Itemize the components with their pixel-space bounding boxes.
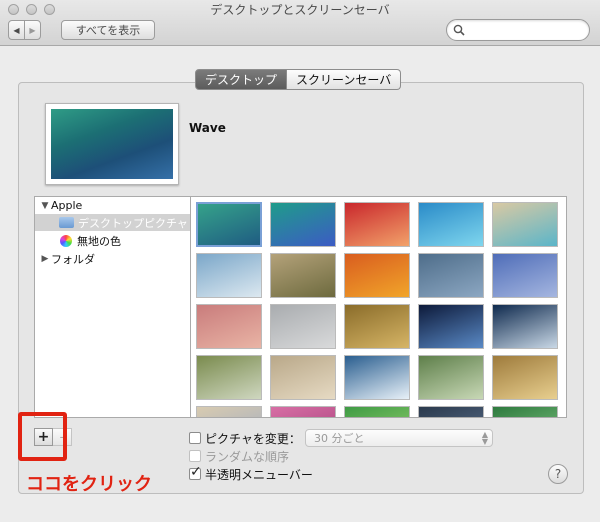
wallpaper-thumb-pink-sand[interactable] xyxy=(196,304,262,349)
wallpaper-thumb-elephant-savanna[interactable] xyxy=(196,355,262,400)
wallpaper-thumb-beach-shore[interactable] xyxy=(492,202,558,247)
wallpaper-thumb-earth-horizon[interactable] xyxy=(492,304,558,349)
wallpaper-thumb-grass-close[interactable] xyxy=(270,253,336,298)
back-button[interactable]: ◀ xyxy=(8,20,25,40)
help-button[interactable]: ? xyxy=(548,464,568,484)
wallpaper-thumb-dark-water[interactable] xyxy=(418,406,484,417)
popup-arrows-icon: ▲ ▼ xyxy=(481,430,488,446)
wallpaper-preview-image xyxy=(51,109,173,179)
forward-icon: ▶ xyxy=(29,25,36,35)
wallpaper-thumb-autumn-leaves[interactable] xyxy=(344,253,410,298)
wallpaper-thumb-blue-water[interactable] xyxy=(418,202,484,247)
search-field[interactable] xyxy=(446,19,590,41)
color-wheel-icon xyxy=(60,234,72,247)
wallpaper-thumb-dark-water-ripple[interactable] xyxy=(418,253,484,298)
wallpaper-thumb-red-canyon[interactable] xyxy=(344,202,410,247)
wallpaper-thumb-green-leaves[interactable] xyxy=(492,406,558,417)
window-title: デスクトップとスクリーンセーバ xyxy=(210,3,390,17)
wallpaper-thumb-foggy-lake[interactable] xyxy=(270,304,336,349)
interval-value: 30 分ごと xyxy=(314,432,365,445)
sidebar-item-folders[interactable]: ▶ フォルダ xyxy=(39,250,95,267)
preferences-window: デスクトップとスクリーンセーバ ◀ ▶ すべてを表示 デスクトップ スクリーンセ… xyxy=(0,0,600,522)
wallpaper-name: Wave xyxy=(189,121,226,135)
sidebar-item-solid-colors[interactable]: 無地の色 xyxy=(35,232,121,249)
tab-desktop[interactable]: デスクトップ xyxy=(195,69,288,90)
change-picture-label: ピクチャを変更： xyxy=(205,432,301,446)
sidebar-item-apple[interactable]: ▼ Apple xyxy=(39,197,83,214)
sidebar-item-label: デスクトップピクチャ xyxy=(78,216,188,230)
interval-popup[interactable]: 30 分ごと ▲ ▼ xyxy=(305,429,493,447)
wallpaper-thumb-wave[interactable] xyxy=(196,202,262,247)
wallpaper-thumb-desert-sunrays[interactable] xyxy=(492,355,558,400)
forward-button[interactable]: ▶ xyxy=(24,20,41,40)
sidebar-item-label: フォルダ xyxy=(51,252,95,266)
translucent-menubar-label: 半透明メニューバー xyxy=(205,468,313,482)
wallpaper-thumb-blue-waves-texture[interactable] xyxy=(492,253,558,298)
disclosure-open-icon: ▼ xyxy=(41,200,49,211)
wallpaper-thumb-lily-pads[interactable] xyxy=(418,355,484,400)
back-icon: ◀ xyxy=(13,25,20,35)
wallpaper-thumb-earth-from-space[interactable] xyxy=(418,304,484,349)
highlight-box xyxy=(18,412,67,461)
title-bar: デスクトップとスクリーンセーバ ◀ ▶ すべてを表示 xyxy=(0,0,600,46)
source-list: ▼ Apple デスクトップピクチャ 無地の色 ▶ フォルダ xyxy=(34,196,190,418)
wallpaper-preview xyxy=(45,103,179,185)
translucent-menubar-checkbox[interactable] xyxy=(189,464,202,480)
sidebar-item-label: 無地の色 xyxy=(77,234,121,248)
wallpaper-thumb-blue-green-paint[interactable] xyxy=(270,202,336,247)
wallpaper-thumb-plains-herd[interactable] xyxy=(270,355,336,400)
change-picture-checkbox[interactable] xyxy=(189,432,201,444)
random-order-checkbox[interactable] xyxy=(189,450,201,462)
wallpaper-thumb-pink-flowers[interactable] xyxy=(270,406,336,417)
wallpaper-thumb-dunes-pastel[interactable] xyxy=(196,406,262,417)
tab-screensaver[interactable]: スクリーンセーバ xyxy=(287,69,402,90)
wallpaper-grid xyxy=(190,196,567,418)
show-all-button[interactable]: すべてを表示 xyxy=(61,20,155,40)
wallpaper-thumb-golden-field-bird[interactable] xyxy=(344,304,410,349)
sidebar-item-desktop-pictures[interactable]: デスクトップピクチャ xyxy=(35,214,190,231)
sidebar-item-label: Apple xyxy=(51,199,83,212)
disclosure-closed-icon: ▶ xyxy=(41,253,49,264)
tab-bar: デスクトップ スクリーンセーバ xyxy=(195,69,402,90)
wallpaper-thumb-ice-cracks[interactable] xyxy=(344,355,410,400)
search-icon xyxy=(453,24,465,36)
folder-icon xyxy=(59,217,74,228)
random-order-label: ランダムな順序 xyxy=(205,450,290,464)
annotation-text: ココをクリック xyxy=(26,474,152,495)
wallpaper-thumb-blue-tree-forest[interactable] xyxy=(196,253,262,298)
wallpaper-thumb-green-bands[interactable] xyxy=(344,406,410,417)
